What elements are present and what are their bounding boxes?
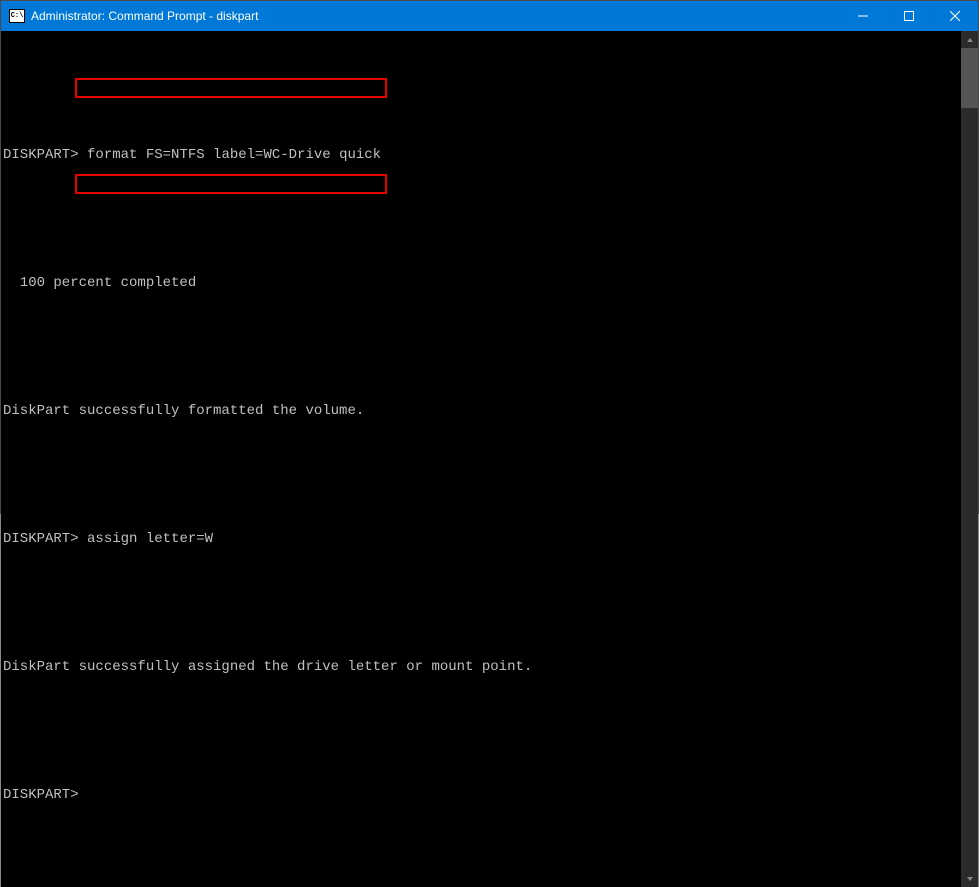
terminal-line-prompt2: DISKPART> assign letter=W: [3, 531, 959, 547]
chevron-down-icon: [966, 875, 974, 883]
chevron-up-icon: [966, 36, 974, 44]
progress-text: 100 percent completed: [3, 275, 196, 291]
terminal-blank-line: [3, 339, 959, 355]
diskpart-prompt: DISKPART>: [3, 531, 79, 547]
assign-success-text: DiskPart successfully assigned the drive…: [3, 659, 532, 675]
format-command: format FS=NTFS label=WC-Drive quick: [79, 147, 381, 163]
app-icon-text: C:\: [11, 13, 24, 20]
close-icon: [950, 11, 960, 21]
window-controls: [840, 1, 978, 31]
app-icon: C:\: [9, 9, 25, 23]
diskpart-prompt: DISKPART>: [3, 787, 79, 803]
diskpart-prompt: DISKPART>: [3, 147, 79, 163]
scroll-up-button[interactable]: [961, 31, 978, 48]
minimize-icon: [858, 11, 868, 21]
terminal-output[interactable]: DISKPART> format FS=NTFS label=WC-Drive …: [1, 31, 961, 887]
terminal-line-prompt3: DISKPART>: [3, 787, 959, 803]
format-success-text: DiskPart successfully formatted the volu…: [3, 403, 364, 419]
titlebar[interactable]: C:\ Administrator: Command Prompt - disk…: [1, 1, 978, 31]
terminal-blank-line: [3, 211, 959, 227]
terminal-blank-line: [3, 83, 959, 99]
scroll-thumb[interactable]: [961, 48, 978, 108]
maximize-button[interactable]: [886, 1, 932, 31]
scroll-down-button[interactable]: [961, 870, 978, 887]
content-area: DISKPART> format FS=NTFS label=WC-Drive …: [1, 31, 978, 887]
terminal-line-progress: 100 percent completed: [3, 275, 959, 291]
assign-command: assign letter=W: [79, 531, 213, 547]
terminal-blank-line: [3, 595, 959, 611]
vertical-scrollbar[interactable]: [961, 31, 978, 887]
command-prompt-window: C:\ Administrator: Command Prompt - disk…: [0, 0, 979, 514]
terminal-line-prompt1: DISKPART> format FS=NTFS label=WC-Drive …: [3, 147, 959, 163]
terminal-line-msg2: DiskPart successfully assigned the drive…: [3, 659, 959, 675]
close-button[interactable]: [932, 1, 978, 31]
terminal-blank-line: [3, 723, 959, 739]
minimize-button[interactable]: [840, 1, 886, 31]
window-title: Administrator: Command Prompt - diskpart: [31, 9, 258, 23]
highlight-box-assign: [75, 174, 387, 194]
maximize-icon: [904, 11, 914, 21]
terminal-line-msg1: DiskPart successfully formatted the volu…: [3, 403, 959, 419]
terminal-blank-line: [3, 467, 959, 483]
